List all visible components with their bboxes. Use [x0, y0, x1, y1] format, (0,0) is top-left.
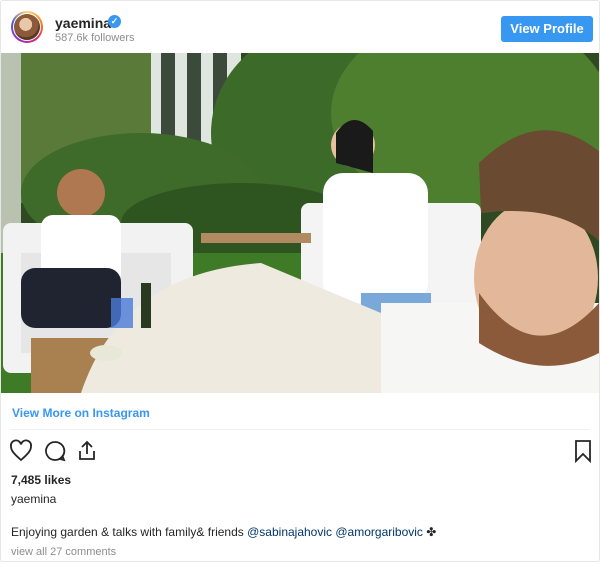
comment-icon[interactable]: [43, 439, 67, 463]
avatar-image: [13, 13, 41, 41]
post-photo[interactable]: [1, 53, 599, 393]
heart-icon[interactable]: [9, 439, 33, 463]
post-header: yaemina ✓ 587.6k followers View Profile: [1, 1, 599, 53]
action-bar: [1, 433, 599, 469]
caption-emoji: ✤: [426, 525, 437, 539]
bookmark-icon[interactable]: [571, 439, 595, 464]
like-count[interactable]: 7,485 likes: [11, 473, 71, 487]
view-more-link[interactable]: View More on Instagram: [12, 406, 150, 420]
verified-badge-icon: ✓: [108, 15, 121, 28]
post-caption: Enjoying garden & talks with family& fri…: [11, 525, 436, 539]
post-owner-name[interactable]: yaemina: [11, 492, 56, 506]
share-icon[interactable]: [75, 439, 99, 463]
photo-illustration: [1, 53, 599, 393]
mention-link[interactable]: @amorgaribovic: [335, 525, 423, 539]
mention-link[interactable]: @sabinajahovic: [247, 525, 332, 539]
view-comments-link[interactable]: view all 27 comments: [11, 546, 116, 558]
view-profile-button[interactable]: View Profile: [501, 16, 593, 42]
instagram-embed-card: yaemina ✓ 587.6k followers View Profile: [0, 0, 600, 562]
caption-text: Enjoying garden & talks with family& fri…: [11, 525, 244, 539]
avatar[interactable]: [11, 11, 43, 43]
divider: [11, 429, 589, 430]
username[interactable]: yaemina: [55, 15, 111, 31]
follower-count: 587.6k followers: [55, 32, 135, 44]
